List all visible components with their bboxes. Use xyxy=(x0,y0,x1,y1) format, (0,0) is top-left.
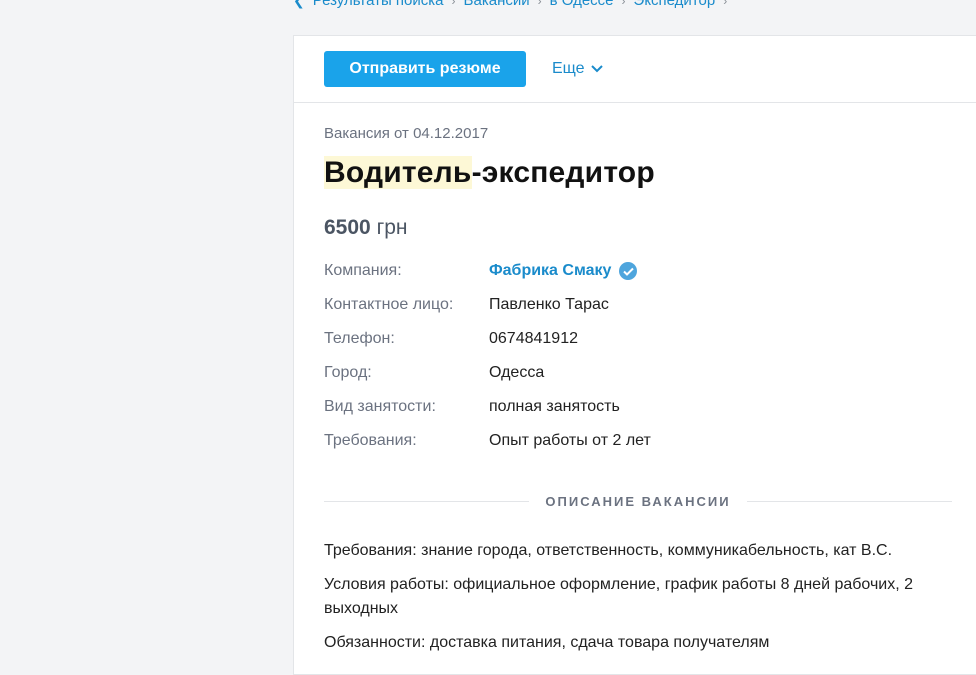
chevron-left-icon[interactable]: ❮ xyxy=(293,0,305,9)
title-highlight: Водитель xyxy=(324,156,472,189)
detail-value: полная занятость xyxy=(489,398,620,415)
detail-row-employment: Вид занятости: полная занятость xyxy=(324,390,963,424)
vacancy-description: Требования: знание города, ответственнос… xyxy=(324,539,964,655)
phone-value: 0674841912 xyxy=(489,330,578,347)
salary-currency: грн xyxy=(376,216,408,239)
detail-label: Телефон: xyxy=(324,330,395,347)
breadcrumb-search-results[interactable]: Результаты поиска xyxy=(313,0,444,9)
vacancy-details: Компания: Фабрика Смаку Контактное лицо:… xyxy=(324,254,963,458)
breadcrumb-vacancies[interactable]: Вакансии xyxy=(463,0,529,9)
more-label: Еще xyxy=(552,60,585,77)
breadcrumb-separator-icon: › xyxy=(537,0,542,8)
detail-label: Вид занятости: xyxy=(324,398,436,415)
description-paragraph: Требования: знание города, ответственнос… xyxy=(324,542,893,559)
breadcrumb-separator-icon: › xyxy=(451,0,456,8)
description-paragraph: Обязанности: доставка питания, сдача тов… xyxy=(324,634,770,651)
vacancy-title: Водитель-экспедитор xyxy=(324,156,963,190)
detail-row-requirements: Требования: Опыт работы от 2 лет xyxy=(324,424,963,458)
verified-check-icon xyxy=(619,262,638,280)
detail-row-contact: Контактное лицо: Павленко Тарас xyxy=(324,288,963,322)
company-link[interactable]: Фабрика Смаку xyxy=(489,262,638,280)
breadcrumb-category[interactable]: Экспедитор xyxy=(634,0,716,9)
send-resume-button[interactable]: Отправить резюме xyxy=(324,51,526,87)
detail-value: Одесса xyxy=(489,364,545,381)
company-name: Фабрика Смаку xyxy=(489,262,612,279)
description-paragraph: Условия работы: официальное оформление, … xyxy=(324,576,914,617)
breadcrumb: ❮ Результаты поиска › Вакансии › в Одесс… xyxy=(293,0,727,9)
detail-row-city: Город: Одесса xyxy=(324,356,963,390)
breadcrumb-separator-icon: › xyxy=(621,0,626,8)
breadcrumb-separator-icon: › xyxy=(723,0,728,8)
detail-label: Город: xyxy=(324,364,372,381)
vacancy-salary: 6500 грн xyxy=(324,216,963,240)
detail-row-company: Компания: Фабрика Смаку xyxy=(324,254,963,288)
detail-label: Компания: xyxy=(324,262,402,279)
detail-label: Контактное лицо: xyxy=(324,296,454,313)
breadcrumb-city[interactable]: в Одессе xyxy=(550,0,614,9)
detail-value: Опыт работы от 2 лет xyxy=(489,432,651,449)
vacancy-content: Вакансия от 04.12.2017 Водитель-экспедит… xyxy=(294,103,976,655)
salary-amount: 6500 xyxy=(324,216,371,239)
vacancy-toolbar: Отправить резюме Еще xyxy=(294,36,976,103)
description-heading-text: ОПИСАНИЕ ВАКАНСИИ xyxy=(545,494,731,509)
chevron-down-icon xyxy=(590,65,603,73)
divider xyxy=(324,501,530,502)
detail-label: Требования: xyxy=(324,432,417,449)
divider xyxy=(746,501,952,502)
detail-row-phone: Телефон: 0674841912 xyxy=(324,322,963,356)
vacancy-card: Отправить резюме Еще Вакансия от 04.12.2… xyxy=(293,35,976,675)
title-rest: -экспедитор xyxy=(471,156,655,189)
vacancy-date: Вакансия от 04.12.2017 xyxy=(324,125,489,142)
description-heading: ОПИСАНИЕ ВАКАНСИИ xyxy=(324,494,952,509)
detail-value: Павленко Тарас xyxy=(489,296,609,313)
more-dropdown[interactable]: Еще xyxy=(552,60,603,78)
